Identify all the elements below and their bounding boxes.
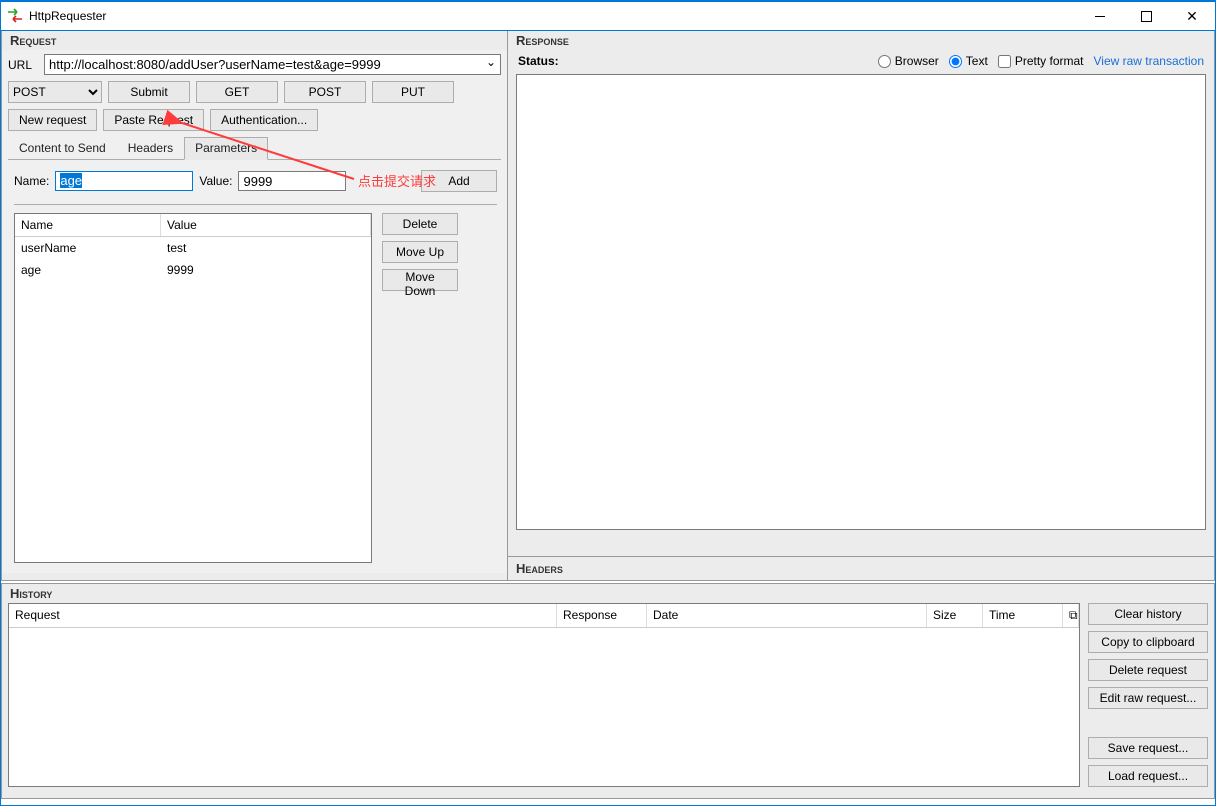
request-section-title: Request — [2, 31, 507, 50]
url-input[interactable] — [45, 55, 482, 74]
param-col-value: Value — [161, 214, 371, 236]
edit-raw-button[interactable]: Edit raw request... — [1088, 687, 1208, 709]
history-section-title: History — [2, 584, 1214, 603]
paste-request-button[interactable]: Paste Request — [103, 109, 204, 131]
copy-clipboard-button[interactable]: Copy to clipboard — [1088, 631, 1208, 653]
clear-history-button[interactable]: Clear history — [1088, 603, 1208, 625]
param-table[interactable]: Name Value userName test age 9999 — [14, 213, 372, 563]
put-button[interactable]: PUT — [372, 81, 454, 103]
browser-radio[interactable]: Browser — [878, 54, 939, 68]
add-param-button[interactable]: Add — [421, 170, 497, 192]
history-col-size: Size — [927, 604, 983, 627]
status-label: Status: — [518, 54, 868, 68]
table-row[interactable]: userName test — [15, 237, 371, 259]
move-down-button[interactable]: Move Down — [382, 269, 458, 291]
history-col-response: Response — [557, 604, 647, 627]
tab-parameters[interactable]: Parameters — [184, 137, 268, 160]
load-request-button[interactable]: Load request... — [1088, 765, 1208, 787]
text-radio[interactable]: Text — [949, 54, 988, 68]
app-icon — [7, 8, 23, 24]
pretty-checkbox[interactable]: Pretty format — [998, 54, 1084, 68]
close-button[interactable]: ✕ — [1169, 1, 1215, 31]
url-dropdown-icon[interactable]: ⌄ — [482, 55, 500, 74]
maximize-button[interactable] — [1123, 1, 1169, 31]
param-name-input[interactable]: age — [55, 171, 193, 191]
save-request-button[interactable]: Save request... — [1088, 737, 1208, 759]
table-row[interactable]: age 9999 — [15, 259, 371, 281]
title-bar: HttpRequester ✕ — [1, 1, 1215, 31]
param-name-label: Name: — [14, 174, 49, 188]
history-col-date: Date — [647, 604, 927, 627]
response-section-title: Response — [508, 31, 1214, 50]
history-col-request: Request — [9, 604, 557, 627]
window-title: HttpRequester — [29, 9, 1077, 23]
headers-section-title: Headers — [508, 559, 1214, 578]
history-col-menu-icon[interactable]: ⧉ — [1063, 604, 1079, 627]
url-label: URL — [8, 58, 40, 72]
param-col-name: Name — [15, 214, 161, 236]
delete-param-button[interactable]: Delete — [382, 213, 458, 235]
method-select[interactable]: POST — [8, 81, 102, 103]
get-button[interactable]: GET — [196, 81, 278, 103]
history-table[interactable]: Request Response Date Size Time ⧉ — [8, 603, 1080, 787]
response-body[interactable] — [516, 74, 1206, 530]
tab-headers[interactable]: Headers — [117, 137, 184, 159]
url-combo[interactable]: ⌄ — [44, 54, 501, 75]
new-request-button[interactable]: New request — [8, 109, 97, 131]
minimize-button[interactable] — [1077, 1, 1123, 31]
history-col-time: Time — [983, 604, 1063, 627]
move-up-button[interactable]: Move Up — [382, 241, 458, 263]
delete-request-button[interactable]: Delete request — [1088, 659, 1208, 681]
param-value-label: Value: — [199, 174, 232, 188]
param-value-input[interactable] — [238, 171, 346, 191]
post-button[interactable]: POST — [284, 81, 366, 103]
tab-content-to-send[interactable]: Content to Send — [8, 137, 117, 159]
view-raw-link[interactable]: View raw transaction — [1094, 54, 1205, 68]
authentication-button[interactable]: Authentication... — [210, 109, 318, 131]
submit-button[interactable]: Submit — [108, 81, 190, 103]
